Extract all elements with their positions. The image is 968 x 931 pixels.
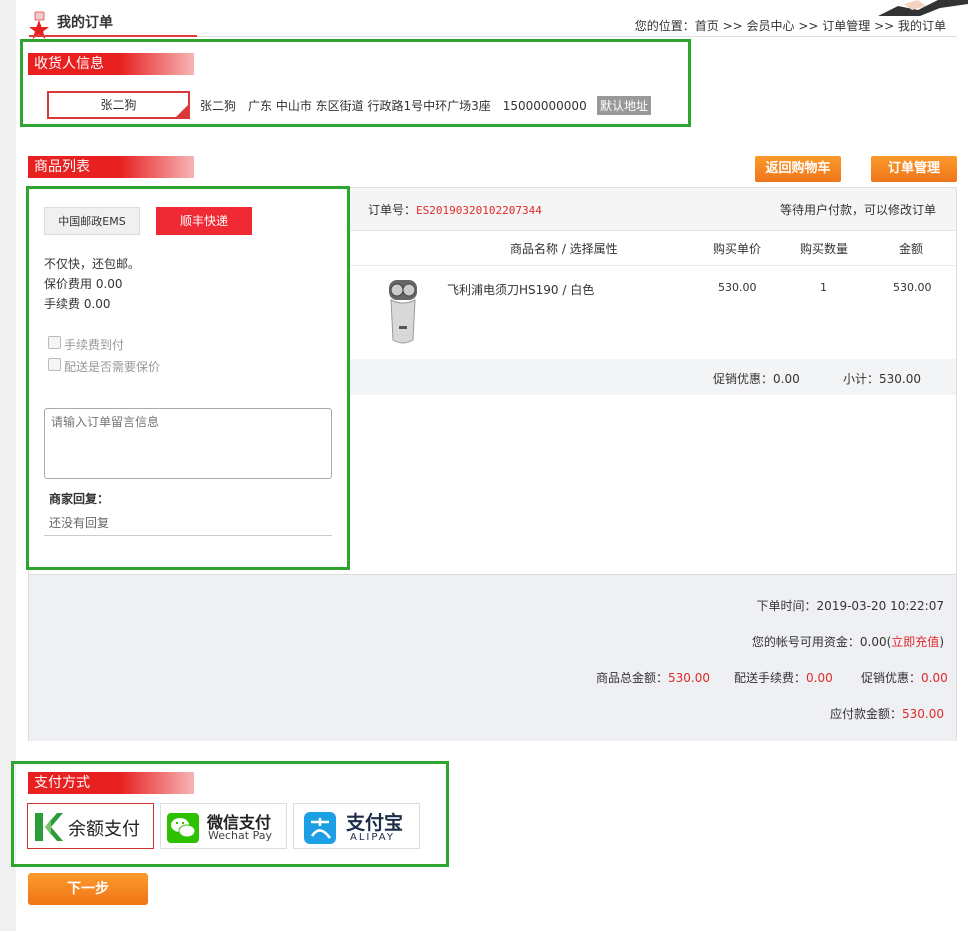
payment-section-tag: 支付方式 — [28, 772, 200, 794]
col-amount: 金额 — [899, 242, 924, 256]
payable-label: 应付款金额： — [829, 707, 902, 721]
balance-close: ) — [939, 635, 944, 649]
receiver-section-tag: 收货人信息 — [28, 53, 200, 75]
balance-pay-label: 余额支付 — [68, 819, 140, 840]
selected-check-icon — [176, 105, 188, 117]
address-option-selected[interactable]: 张二狗 — [47, 91, 190, 119]
insure-checkbox[interactable] — [48, 358, 61, 371]
receiver-section-label: 收货人信息 — [34, 56, 104, 72]
product-price: 530.00 — [718, 281, 757, 294]
summary-promo-value: 0.00 — [921, 671, 948, 685]
cod-checkbox[interactable] — [48, 336, 61, 349]
header-divider — [197, 36, 957, 37]
banner-figure-image — [878, 0, 968, 16]
alipay-label: 支付宝 — [346, 812, 404, 834]
goods-section-label: 商品列表 — [34, 159, 90, 175]
goods-total: 商品总金额：530.00 — [596, 669, 710, 686]
handling-fee: 手续费 0.00 — [44, 297, 111, 311]
recharge-link[interactable]: 立即充值 — [891, 635, 939, 649]
balance-label: 您的帐号可用资金：0.00( — [751, 635, 892, 649]
payment-section-label: 支付方式 — [34, 775, 90, 791]
goods-total-value: 530.00 — [668, 671, 711, 685]
subtotal: 小计：530.00 — [843, 372, 921, 386]
pay-option-wechat[interactable]: 微信支付 Wechat Pay — [160, 803, 287, 849]
address-option-name: 张二狗 — [100, 98, 137, 112]
insurance-fee: 保价费用 0.00 — [44, 277, 123, 291]
merchant-reply-text: 还没有回复 — [49, 516, 110, 530]
balance-logo-icon — [35, 813, 63, 841]
header-row-divider — [349, 265, 956, 266]
col-unit-price: 购买单价 — [713, 242, 762, 256]
order-status: 等待用户付款，可以修改订单 — [779, 203, 936, 217]
order-number-label: 订单号： — [368, 203, 417, 217]
back-to-cart-button[interactable]: 返回购物车 — [755, 156, 841, 182]
order-number-value: ES20190320102207344 — [416, 204, 542, 217]
shipping-option-ems[interactable]: 中国邮政EMS — [44, 207, 140, 235]
page-title: 我的订单 — [57, 15, 113, 31]
title-underline — [29, 35, 197, 37]
product-thumbnail-image[interactable] — [381, 278, 423, 346]
summary-promo-label: 促销优惠： — [861, 671, 922, 685]
promo-discount: 促销优惠：0.00 — [713, 372, 800, 386]
col-product-name: 商品名称 / 选择属性 — [510, 242, 618, 256]
shipping-fee-label: 配送手续费： — [734, 671, 807, 685]
order-manage-button[interactable]: 订单管理 — [871, 156, 957, 182]
order-time: 下单时间：2019-03-20 10:22:07 — [756, 599, 944, 613]
product-name[interactable]: 飞利浦电须刀HS190 / 白色 — [447, 281, 594, 298]
reply-divider — [44, 535, 332, 536]
pay-option-balance[interactable]: 余额支付 — [27, 803, 154, 849]
product-amount: 530.00 — [893, 281, 932, 294]
next-step-button[interactable]: 下一步 — [28, 873, 148, 905]
cod-label: 手续费到付 — [64, 338, 125, 352]
breadcrumb[interactable]: 您的位置：首页 >> 会员中心 >> 订单管理 >> 我的订单 — [635, 17, 946, 34]
merchant-reply-label: 商家回复： — [49, 492, 110, 506]
goods-section-tag: 商品列表 — [28, 156, 200, 178]
product-quantity: 1 — [820, 281, 827, 294]
insure-label: 配送是否需要保价 — [64, 360, 161, 374]
address-detail: 张二狗 广东 中山市 东区街道 行政路1号中环广场3座 15000000000 — [200, 99, 587, 113]
goods-total-label: 商品总金额： — [596, 671, 669, 685]
alipay-en-label: ALIPAY — [350, 832, 395, 843]
pay-option-alipay[interactable]: 支付宝 ALIPAY — [293, 803, 420, 849]
col-quantity: 购买数量 — [800, 242, 849, 256]
shipping-description: 不仅快，还包邮。 — [44, 257, 141, 271]
payable-value: 530.00 — [902, 707, 944, 721]
alipay-logo-icon — [304, 812, 336, 844]
shipping-fee-value: 0.00 — [806, 671, 833, 685]
wechat-logo-icon — [167, 813, 199, 843]
shipping-highlight-box — [26, 186, 350, 570]
payable-amount: 应付款金额：530.00 — [830, 705, 944, 722]
summary-promo: 促销优惠：0.00 — [861, 669, 948, 686]
shipping-fee: 配送手续费：0.00 — [734, 669, 833, 686]
order-number: 订单号：ES20190320102207344 — [368, 201, 542, 218]
order-message-input[interactable] — [44, 408, 332, 479]
account-balance: 您的帐号可用资金：0.00(立即充值) — [752, 633, 944, 650]
shipping-option-sf[interactable]: 顺丰快递 — [156, 207, 252, 235]
default-address-badge: 默认地址 — [597, 96, 652, 115]
wechat-pay-en-label: Wechat Pay — [208, 829, 272, 842]
